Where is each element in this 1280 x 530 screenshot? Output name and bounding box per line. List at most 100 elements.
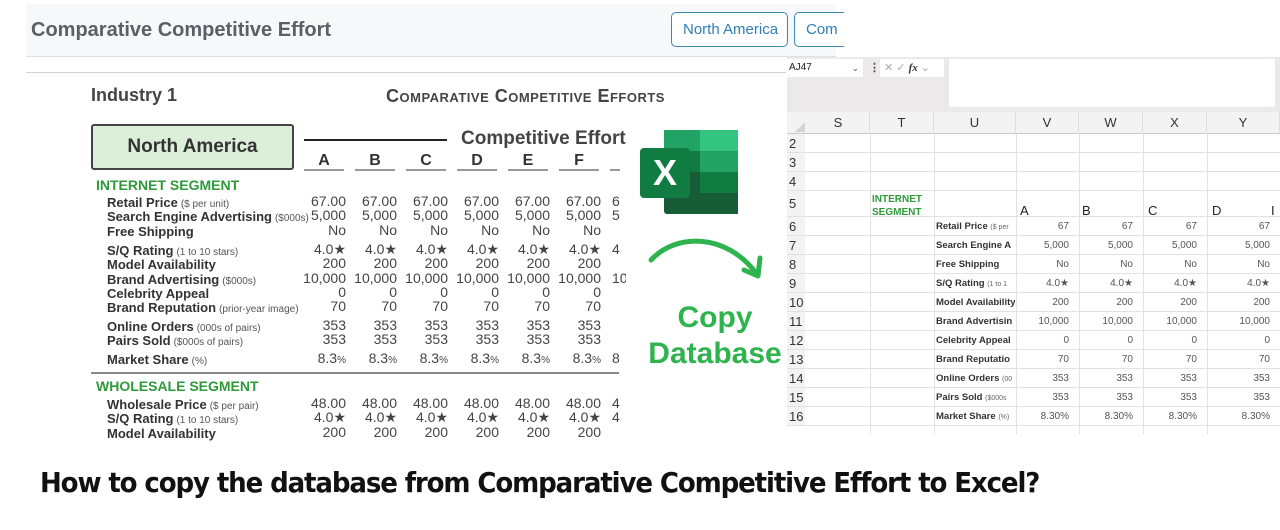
column-header[interactable]: T — [870, 112, 934, 134]
cell-value: 4.0★ — [415, 409, 448, 425]
column-header[interactable]: U — [934, 112, 1016, 134]
excel-cell[interactable]: 200 — [1063, 297, 1133, 308]
select-all-button[interactable] — [787, 112, 807, 134]
value-cell: 200 — [504, 255, 550, 271]
excel-cell[interactable]: 8.30% — [1063, 411, 1133, 422]
excel-cell[interactable]: 4.0★ — [1063, 278, 1133, 289]
metric-name: Model Availability — [107, 257, 216, 272]
excel-cell[interactable]: 5,000 — [1063, 240, 1133, 251]
row-number[interactable]: 8 — [787, 255, 805, 273]
excel-cell[interactable]: 4.0★ — [999, 278, 1069, 289]
row-number[interactable]: 9 — [787, 274, 805, 292]
metric-unit: (1 to 10 stars) — [176, 415, 239, 426]
cell-value: No — [430, 222, 448, 238]
row-label: Market Share (%) — [107, 352, 207, 367]
column-header[interactable]: Y — [1207, 112, 1280, 134]
excel-cell[interactable]: 200 — [999, 297, 1069, 308]
excel-cell[interactable]: 353 — [1127, 392, 1197, 403]
metric-name: Search Engine Advertising — [107, 209, 272, 224]
comparative-button[interactable]: Com — [794, 12, 844, 47]
cancel-icon[interactable]: ✕ — [884, 62, 893, 74]
row-number[interactable]: 2 — [787, 134, 805, 152]
excel-cell[interactable]: 4.0★ — [1200, 278, 1270, 289]
row-number[interactable]: 10 — [787, 293, 805, 311]
column-underline — [610, 169, 620, 171]
value-cell: 8.3% — [402, 350, 448, 366]
excel-cell[interactable]: 10,000 — [999, 316, 1069, 327]
row-number[interactable]: 11 — [787, 312, 805, 330]
excel-cell[interactable]: 353 — [1200, 373, 1270, 384]
column-header[interactable]: S — [807, 112, 870, 134]
column-underline — [559, 169, 599, 171]
more-options-icon[interactable]: ⋮ — [869, 61, 880, 74]
excel-cell[interactable]: 67 — [1127, 221, 1197, 232]
excel-cell[interactable]: 8.30% — [1200, 411, 1270, 422]
name-box[interactable]: AJ47 ⌄ — [787, 59, 863, 77]
excel-cell[interactable]: 5,000 — [999, 240, 1069, 251]
column-underline — [304, 169, 344, 171]
cell-value: 70 — [432, 298, 448, 314]
excel-cell[interactable]: 0 — [1127, 335, 1197, 346]
row-number[interactable]: 14 — [787, 369, 805, 387]
excel-cell[interactable]: 353 — [1127, 373, 1197, 384]
row-number[interactable]: 15 — [787, 388, 805, 406]
row-number[interactable]: 5 — [787, 191, 805, 216]
row-number[interactable]: 7 — [787, 236, 805, 254]
excel-cell[interactable]: 200 — [1200, 297, 1270, 308]
caption: How to copy the database from Comparativ… — [40, 466, 1040, 499]
row-label: Free Shipping — [107, 224, 194, 239]
excel-cell[interactable]: 70 — [1200, 354, 1270, 365]
excel-cell[interactable]: 67 — [1200, 221, 1270, 232]
name-box-value: AJ47 — [789, 62, 812, 73]
excel-cell[interactable]: 353 — [1063, 373, 1133, 384]
chevron-down-icon[interactable]: ⌄ — [851, 59, 859, 77]
segment-divider — [91, 372, 619, 374]
expand-chevron-icon[interactable]: ⌄ — [921, 62, 930, 74]
row-number[interactable]: 4 — [787, 172, 805, 190]
excel-cell[interactable]: 70 — [999, 354, 1069, 365]
excel-window: AJ47 ⌄ ⋮ ✕ ✓ fx ⌄ STUVWXY 2 3 4 5 6 7 8 9 10 11 12 1… — [787, 57, 1280, 437]
excel-cell[interactable]: 5,000 — [1200, 240, 1270, 251]
excel-cell[interactable]: 10,000 — [1200, 316, 1270, 327]
metric-name: S/Q Rating — [107, 411, 174, 426]
segment-label-line1: INTERNET — [872, 194, 922, 205]
value-cell: No — [402, 222, 448, 238]
excel-cell[interactable]: No — [1127, 259, 1197, 270]
column-header[interactable]: V — [1016, 112, 1079, 134]
excel-cell[interactable]: No — [999, 259, 1069, 270]
excel-cell[interactable]: 353 — [1200, 392, 1270, 403]
excel-cell[interactable]: 353 — [1063, 392, 1133, 403]
row-number[interactable]: 16 — [787, 407, 805, 425]
insert-function-icon[interactable]: fx — [909, 62, 918, 74]
row-number[interactable]: 3 — [787, 153, 805, 171]
row-number[interactable]: 12 — [787, 331, 805, 349]
check-icon[interactable]: ✓ — [896, 62, 905, 74]
value-cell: 8.3% — [453, 350, 499, 366]
excel-cell[interactable]: 70 — [1127, 354, 1197, 365]
excel-cell[interactable]: 200 — [1127, 297, 1197, 308]
excel-cell[interactable]: 8.30% — [1127, 411, 1197, 422]
row-number[interactable]: 6 — [787, 217, 805, 235]
north-america-button[interactable]: North America — [671, 12, 788, 47]
excel-cell[interactable]: 0 — [1063, 335, 1133, 346]
excel-cell[interactable]: No — [1063, 259, 1133, 270]
excel-cell[interactable]: 67 — [999, 221, 1069, 232]
excel-cell[interactable]: 0 — [1200, 335, 1270, 346]
excel-cell[interactable]: 67 — [1063, 221, 1133, 232]
excel-cell[interactable]: 10,000 — [1127, 316, 1197, 327]
column-header[interactable]: W — [1079, 112, 1143, 134]
competitive-effort-rule — [304, 139, 447, 141]
excel-cell[interactable]: 5,000 — [1127, 240, 1197, 251]
excel-cell[interactable]: 8.30% — [999, 411, 1069, 422]
excel-cell[interactable]: 70 — [1063, 354, 1133, 365]
company-letter: B — [1082, 203, 1091, 218]
column-header[interactable]: X — [1143, 112, 1207, 134]
excel-cell[interactable]: 10,000 — [1063, 316, 1133, 327]
excel-cell[interactable]: 353 — [999, 373, 1069, 384]
row-number[interactable]: 13 — [787, 350, 805, 368]
formula-input[interactable] — [949, 59, 1275, 107]
excel-cell[interactable]: 353 — [999, 392, 1069, 403]
excel-cell[interactable]: 0 — [999, 335, 1069, 346]
excel-cell[interactable]: 4.0★ — [1127, 278, 1197, 289]
excel-cell[interactable]: No — [1200, 259, 1270, 270]
